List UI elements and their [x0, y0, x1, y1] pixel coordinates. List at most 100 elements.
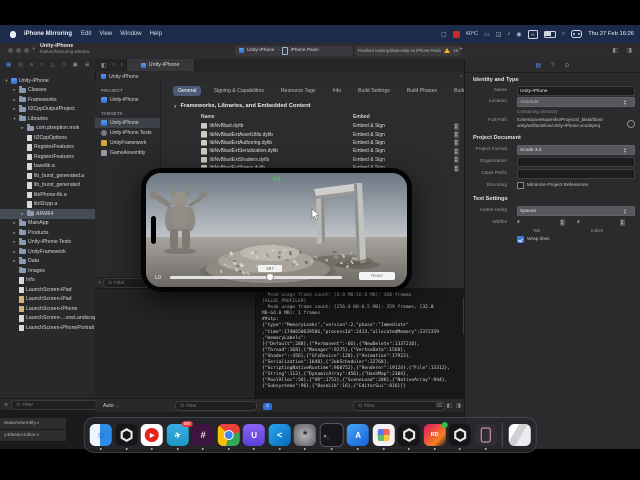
embed-dropdown-icon[interactable] — [454, 122, 459, 130]
reset-button[interactable]: Reset — [359, 272, 395, 280]
navigator-file-row[interactable]: ▸ Frameworks — [0, 95, 95, 105]
telegram-dock-icon[interactable]: ✈ 666 — [166, 421, 193, 450]
menu-help[interactable]: Help — [150, 31, 162, 37]
navigator-file-row[interactable]: Info — [0, 276, 95, 286]
issues-navigator-icon[interactable]: △ — [50, 62, 54, 68]
name-field[interactable]: Unity-iPhone — [517, 86, 635, 96]
embed-setting[interactable]: Embed & Sign — [353, 123, 385, 129]
menu-clock[interactable]: Thu 27 Feb 16:26 — [588, 31, 634, 37]
bookmarks-navigator-icon[interactable]: ≡ — [30, 62, 33, 68]
settings-tab[interactable]: General — [173, 86, 202, 96]
disclosure-triangle-icon[interactable]: ▸ — [20, 125, 25, 131]
trash-dock-icon[interactable] — [508, 424, 531, 446]
minimize-window-button[interactable] — [16, 48, 21, 53]
back-button[interactable]: ‹ — [113, 62, 115, 68]
navigator-add-icon[interactable]: ⊕ — [4, 402, 8, 408]
project-navigator-icon[interactable]: ▦ — [6, 62, 11, 68]
spotlight-search-icon[interactable]: ○ — [562, 31, 566, 37]
navigator-filter-field[interactable]: ⊙ Filter — [11, 400, 99, 410]
variables-filter-field[interactable]: ⊙ Filter — [175, 401, 257, 411]
settings-tab[interactable]: Signing & Capabilities — [208, 86, 268, 96]
minimize-references-checkbox[interactable] — [517, 182, 524, 189]
find-navigator-icon[interactable]: ○ — [40, 62, 43, 68]
finder-dock-icon[interactable]: ☺ — [90, 424, 113, 450]
embed-setting[interactable]: Embed & Sign — [353, 157, 385, 163]
navigator-file-row[interactable]: ▾ Libraries — [0, 114, 95, 124]
wrap-lines-checkbox[interactable] — [517, 236, 524, 243]
target-item[interactable]: UnityFramework — [95, 138, 160, 148]
framework-row[interactable]: libNvBlast.dylib Embed & Sign — [201, 122, 463, 130]
disclosure-triangle-icon[interactable]: ▸ — [12, 230, 17, 236]
disclosure-triangle-icon[interactable]: ▸ — [12, 249, 17, 255]
project-format-dropdown[interactable]: Xcode 3.2 — [517, 145, 635, 155]
debug-console[interactable]: Peak usage frame count: [8.0 MB-16.0 MB]… — [255, 288, 466, 399]
indent-using-dropdown[interactable]: Spaces — [517, 206, 635, 216]
navigator-file-row[interactable]: ▸ ARM64 — [0, 209, 95, 219]
activity-status-bar[interactable]: Finished running blast-unity on iPhone P… — [355, 45, 461, 56]
zoom-window-button[interactable] — [24, 48, 29, 53]
temperature-status[interactable]: 40°C — [466, 31, 478, 37]
disclosure-triangle-icon[interactable]: ▸ — [12, 220, 17, 226]
terminal-dock-icon[interactable]: >_ — [319, 423, 344, 450]
framework-row[interactable]: libNvBlastExtSerialization.dylib Embed &… — [201, 147, 463, 155]
editor-options-icon[interactable]: ◧ — [612, 47, 618, 54]
disclosure-triangle-icon[interactable]: ▾ — [12, 116, 17, 122]
related-items-icon[interactable]: ‹ — [460, 74, 462, 80]
recording-app-icon[interactable] — [452, 30, 460, 38]
disclosure-triangle-icon[interactable]: ▸ — [12, 239, 17, 245]
variables-panel-toggle-icon[interactable]: ◧ — [447, 403, 452, 409]
breakpoints-navigator-icon[interactable]: ⊞ — [85, 62, 90, 68]
disclosure-triangle-icon[interactable]: ▸ — [12, 258, 17, 264]
file-inspector-icon[interactable]: ▤ — [535, 62, 541, 69]
disclosure-triangle-icon[interactable]: ▸ — [12, 106, 17, 112]
embed-setting[interactable]: Embed & Sign — [353, 148, 385, 154]
navigator-file-row[interactable]: ▸ com.pixeption.mok — [0, 124, 95, 134]
indent-width-stepper[interactable]: 4 — [577, 218, 629, 226]
target-item[interactable]: GameAssembly — [95, 148, 160, 158]
goto-path-arrow-icon[interactable]: → — [627, 120, 635, 128]
menu-app-name[interactable]: iPhone Mirroring — [24, 31, 72, 37]
embed-setting[interactable]: Embed & Sign — [353, 140, 385, 146]
mirrored-screen[interactable]: 60 L0 597 Reset — [146, 173, 407, 287]
settings-tab[interactable]: Build Settings — [353, 86, 395, 96]
record-circle-icon[interactable]: ◉ — [516, 31, 521, 38]
slider-handle[interactable] — [265, 273, 274, 282]
navigator-file-row[interactable]: libiPhone-lib.a — [0, 190, 95, 200]
framework-row[interactable]: libNvBlastExtAuthoring.dylib Embed & Sig… — [201, 139, 463, 147]
navigator-file-row[interactable]: ▸ Classes — [0, 86, 95, 96]
slack-dock-icon[interactable]: # — [192, 424, 215, 450]
console-issue-badge[interactable]: 2 — [263, 402, 272, 410]
battery-icon[interactable] — [543, 30, 556, 38]
source-control-navigator-icon[interactable]: ◎ — [18, 62, 23, 68]
sound-icon[interactable]: ♪ — [507, 31, 510, 37]
embed-setting[interactable]: Embed & Sign — [353, 132, 385, 138]
navigator-file-row[interactable]: libIl2cpp.a — [0, 200, 95, 210]
vscode-dock-icon[interactable]: < — [268, 424, 291, 450]
iphone-mirroring-dock-icon[interactable] — [474, 424, 497, 450]
navigator-file-row[interactable]: RegisterFeatures — [0, 152, 95, 162]
disclosure-triangle-icon[interactable]: ▸ — [12, 97, 17, 103]
chrome-dock-icon[interactable] — [217, 424, 240, 450]
navigator-file-row[interactable]: Images — [0, 266, 95, 276]
navigator-file-row[interactable]: Il2CppOptions — [0, 133, 95, 143]
embed-dropdown-icon[interactable] — [454, 147, 459, 155]
disclosure-triangle-icon[interactable]: ▸ — [12, 87, 17, 93]
menu-view[interactable]: View — [99, 31, 112, 37]
clear-console-icon[interactable]: ⌧ — [436, 403, 442, 409]
disclosure-triangle-icon[interactable]: ▸ — [20, 211, 25, 217]
navigator-file-row[interactable]: ▸ MainApp — [0, 219, 95, 229]
menu-window[interactable]: Window — [120, 31, 141, 37]
navigator-file-row[interactable]: ▸ Il2CppOutputProject — [0, 105, 95, 115]
screen-capture-icon[interactable]: ▢ — [441, 31, 447, 38]
iphone-mirroring-window[interactable]: 60 L0 597 Reset — [141, 168, 412, 292]
utm-dock-icon[interactable]: U — [243, 424, 266, 450]
settings-tab[interactable]: Info — [327, 86, 346, 96]
disclosure-triangle-icon[interactable]: ▾ — [4, 78, 9, 84]
embed-dropdown-icon[interactable] — [454, 139, 459, 147]
background-file-tab[interactable]: y.Blaster.Editor.c — [0, 430, 66, 442]
close-window-button[interactable] — [8, 48, 13, 53]
navigator-file-row[interactable]: ▸ Data — [0, 257, 95, 267]
variables-scope-selector[interactable]: Auto — [103, 403, 114, 409]
target-item[interactable]: Unity-iPhone — [95, 118, 160, 128]
organization-field[interactable] — [517, 157, 635, 167]
